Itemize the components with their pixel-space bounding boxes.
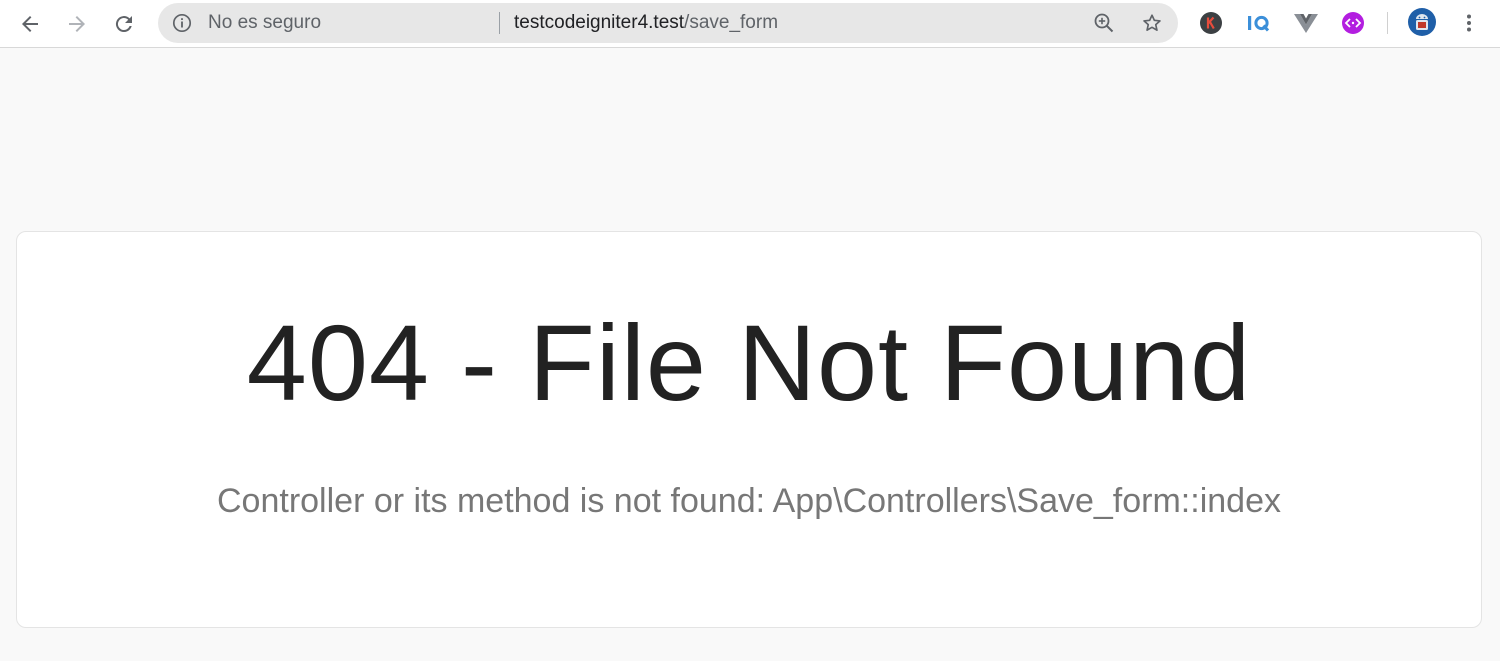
vue-devtools-icon: [1294, 14, 1318, 33]
url-path: /save_form: [684, 12, 779, 33]
iq-extension-button[interactable]: [1246, 10, 1272, 36]
purple-extension-button[interactable]: [1340, 10, 1366, 36]
address-divider: [499, 12, 500, 34]
back-button[interactable]: [14, 8, 46, 40]
url-host: testcodeigniter4.test: [514, 12, 685, 33]
vue-devtools-button[interactable]: [1293, 10, 1319, 36]
error-card: 404 - File Not Found Controller or its m…: [16, 231, 1482, 628]
security-label[interactable]: No es seguro: [208, 13, 321, 33]
bookmark-button[interactable]: [1140, 11, 1164, 35]
reload-icon: [115, 16, 132, 33]
k-extension-icon: [1200, 12, 1222, 34]
more-vert-icon: [1467, 14, 1471, 32]
info-icon[interactable]: [172, 13, 192, 33]
browser-toolbar: No es seguro testcodeigniter4.test/save_…: [0, 0, 1500, 48]
iq-extension-icon: [1248, 15, 1270, 32]
zoom-button[interactable]: [1092, 11, 1116, 35]
error-message: Controller or its method is not found: A…: [217, 482, 1281, 520]
star-icon: [1143, 14, 1161, 31]
arrow-left-icon: [22, 16, 38, 32]
code-brackets-icon: [1342, 12, 1364, 34]
forward-button[interactable]: [61, 8, 93, 40]
android-extension-button[interactable]: [1407, 7, 1437, 37]
zoom-in-icon: [1094, 13, 1114, 33]
extensions-divider: [1387, 12, 1388, 34]
error-title: 404 - File Not Found: [246, 302, 1252, 423]
menu-button[interactable]: [1456, 10, 1482, 36]
arrow-right-icon: [69, 16, 85, 32]
address-bar[interactable]: No es seguro testcodeigniter4.test/save_…: [158, 3, 1178, 43]
android-robot-icon: [1408, 8, 1436, 36]
reload-button[interactable]: [108, 8, 140, 40]
k-extension-button[interactable]: [1198, 10, 1224, 36]
url-text[interactable]: testcodeigniter4.test/save_form: [514, 13, 778, 33]
